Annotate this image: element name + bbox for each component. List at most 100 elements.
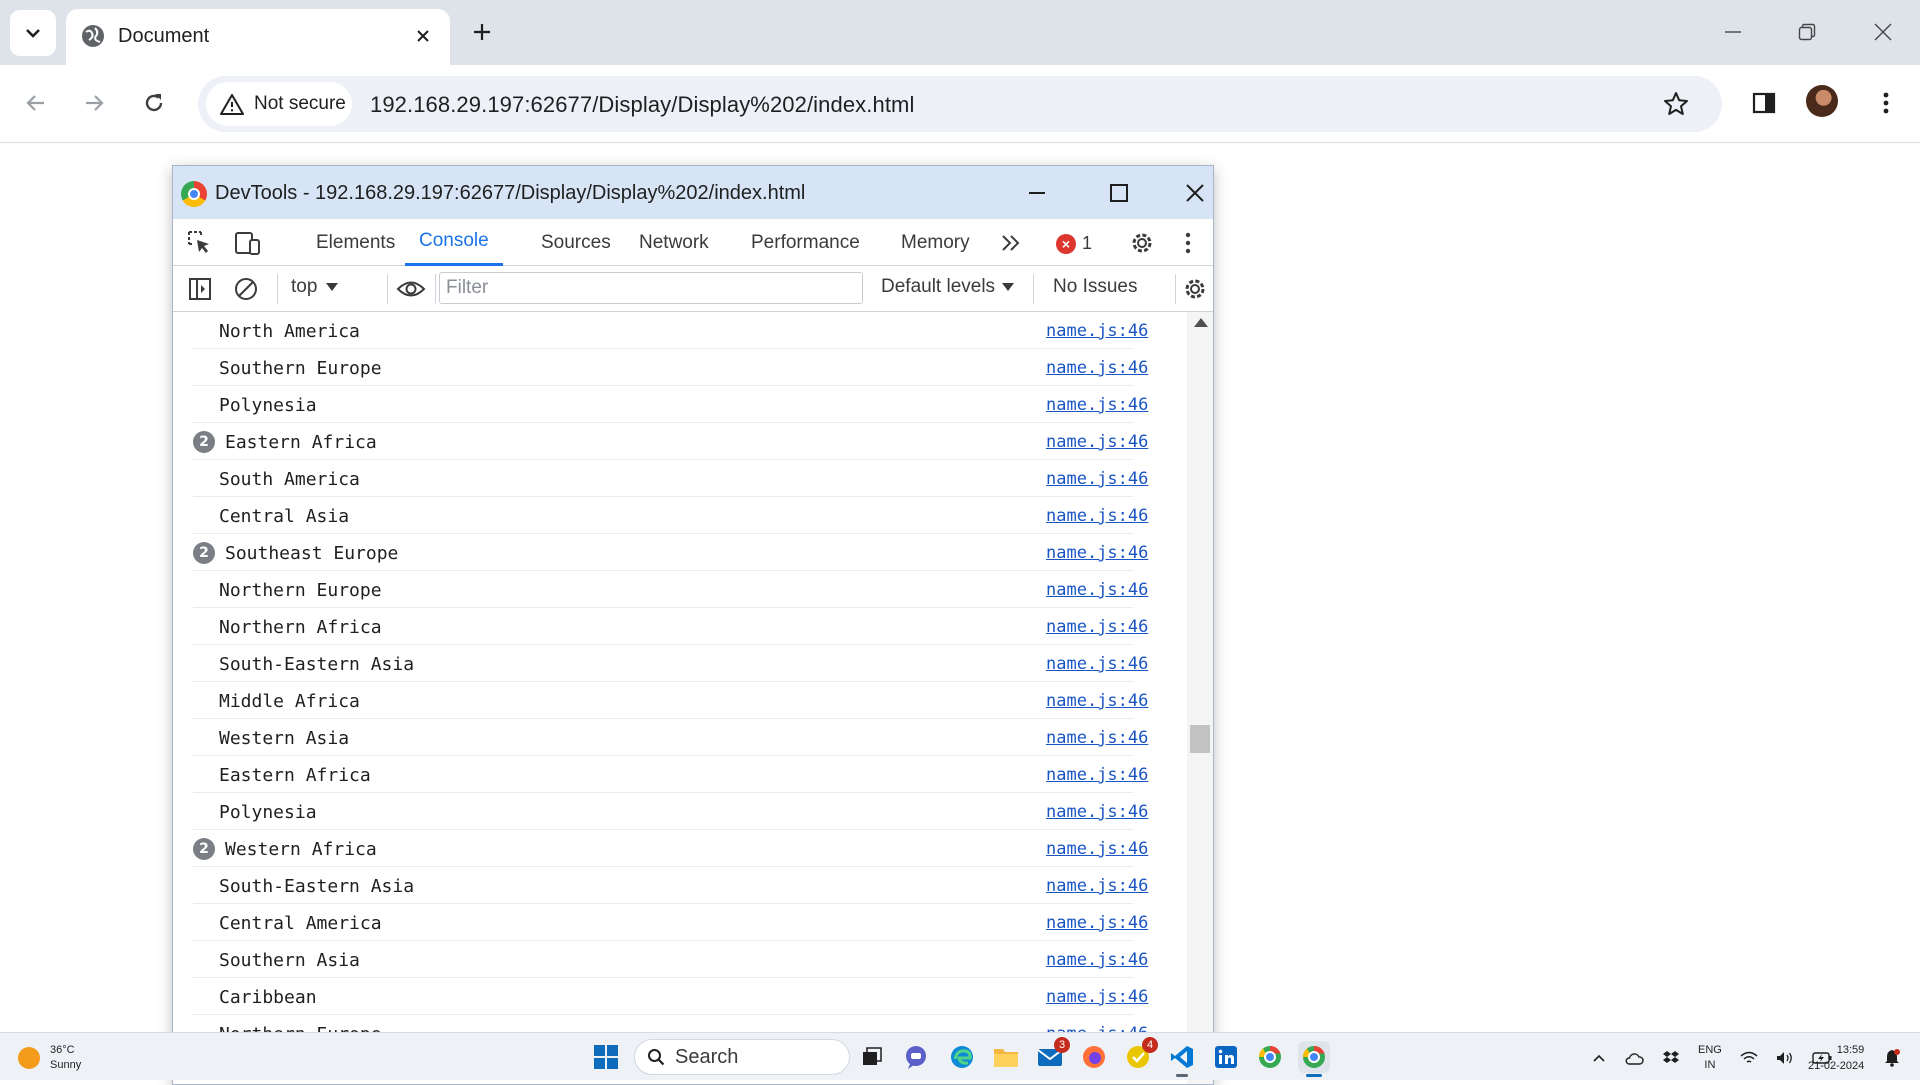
maximize-icon bbox=[1110, 184, 1128, 202]
mail-app-button[interactable]: 3 bbox=[1034, 1037, 1070, 1073]
source-link[interactable]: name.js:46 bbox=[1046, 728, 1148, 748]
notification-bell-icon[interactable] bbox=[1884, 1049, 1900, 1067]
close-icon bbox=[417, 30, 429, 42]
sidebar-toggle-button[interactable] bbox=[184, 273, 216, 305]
tab-close-button[interactable] bbox=[408, 21, 438, 51]
console-log-row: 2 Western Africa name.js:46 bbox=[193, 830, 1148, 867]
console-message: Polynesia bbox=[219, 395, 317, 416]
source-link[interactable]: name.js:46 bbox=[1046, 987, 1148, 1007]
devtools-close-button[interactable] bbox=[1175, 176, 1213, 210]
console-message: South-Eastern Asia bbox=[219, 876, 415, 897]
forward-button[interactable] bbox=[74, 83, 114, 123]
file-explorer-button[interactable] bbox=[990, 1041, 1022, 1073]
source-link[interactable]: name.js:46 bbox=[1046, 950, 1148, 970]
chrome-active-app-button[interactable] bbox=[1298, 1041, 1330, 1077]
clear-console-button[interactable] bbox=[230, 273, 262, 305]
back-button[interactable] bbox=[16, 83, 56, 123]
chrome-app-button[interactable] bbox=[1254, 1041, 1286, 1073]
console-log-row: South-Eastern Asia name.js:46 bbox=[193, 867, 1148, 904]
address-bar[interactable]: Not secure 192.168.29.197:62677/Display/… bbox=[198, 76, 1722, 132]
vscode-app-button[interactable] bbox=[1166, 1041, 1198, 1077]
site-info-chip[interactable]: Not secure bbox=[206, 82, 352, 126]
tab-network[interactable]: Network bbox=[629, 219, 719, 266]
browser-tab-document[interactable]: Document bbox=[66, 9, 450, 65]
scrollbar-thumb[interactable] bbox=[1190, 725, 1210, 754]
task-view-button[interactable] bbox=[856, 1041, 888, 1073]
side-panel-icon bbox=[1752, 92, 1776, 114]
context-select[interactable]: top bbox=[291, 276, 339, 298]
vscode-icon bbox=[1171, 1046, 1193, 1068]
chevron-up-icon[interactable] bbox=[1592, 1053, 1606, 1063]
minimize-button[interactable] bbox=[1708, 14, 1758, 50]
console-settings-button[interactable] bbox=[1179, 273, 1211, 305]
restore-button[interactable] bbox=[1782, 14, 1832, 50]
devtools-window: DevTools - 192.168.29.197:62677/Display/… bbox=[172, 165, 1214, 1085]
source-link[interactable]: name.js:46 bbox=[1046, 321, 1148, 341]
taskbar-search[interactable]: Search bbox=[634, 1039, 850, 1075]
source-link[interactable]: name.js:46 bbox=[1046, 839, 1148, 859]
console-log-row: Northern Africa name.js:46 bbox=[193, 608, 1148, 645]
cloud-icon[interactable] bbox=[1624, 1051, 1644, 1065]
firefox-app-button[interactable] bbox=[1078, 1041, 1110, 1073]
sticky-notes-button[interactable]: 4 bbox=[1122, 1037, 1158, 1073]
devtools-maximize-button[interactable] bbox=[1099, 176, 1139, 210]
url-text[interactable]: 192.168.29.197:62677/Display/Display%202… bbox=[370, 92, 914, 118]
side-panel-button[interactable] bbox=[1744, 83, 1784, 123]
tab-sources[interactable]: Sources bbox=[531, 219, 621, 266]
live-expression-button[interactable] bbox=[395, 273, 427, 305]
source-link[interactable]: name.js:46 bbox=[1046, 358, 1148, 378]
firefox-icon bbox=[1083, 1046, 1105, 1068]
chrome-icon bbox=[1259, 1045, 1281, 1068]
tab-search-button[interactable] bbox=[10, 10, 56, 56]
source-link[interactable]: name.js:46 bbox=[1046, 765, 1148, 785]
devtools-settings-button[interactable] bbox=[1126, 227, 1158, 259]
bookmark-button[interactable] bbox=[1660, 88, 1692, 120]
browser-menu-button[interactable] bbox=[1866, 83, 1906, 123]
wifi-icon[interactable] bbox=[1740, 1051, 1758, 1065]
console-filter-input[interactable] bbox=[439, 272, 863, 304]
new-tab-button[interactable] bbox=[466, 16, 498, 48]
devtools-minimize-button[interactable] bbox=[1017, 176, 1057, 210]
source-link[interactable]: name.js:46 bbox=[1046, 876, 1148, 896]
tab-console[interactable]: Console bbox=[405, 219, 503, 266]
tab-performance[interactable]: Performance bbox=[741, 219, 870, 266]
console-log-row: South America name.js:46 bbox=[193, 460, 1148, 497]
source-link[interactable]: name.js:46 bbox=[1046, 432, 1148, 452]
linkedin-app-button[interactable] bbox=[1210, 1041, 1242, 1073]
source-link[interactable]: name.js:46 bbox=[1046, 469, 1148, 489]
console-scrollbar[interactable] bbox=[1187, 312, 1213, 1084]
device-toolbar-button[interactable] bbox=[231, 227, 263, 259]
close-window-button[interactable] bbox=[1858, 14, 1908, 50]
folder-icon bbox=[994, 1049, 1018, 1067]
source-link[interactable]: name.js:46 bbox=[1046, 617, 1148, 637]
error-count-badge[interactable]: × 1 bbox=[1056, 233, 1092, 254]
inspect-element-button[interactable] bbox=[184, 227, 216, 259]
dropdown-arrow-icon bbox=[326, 283, 339, 291]
language-indicator[interactable]: ENG IN bbox=[1698, 1043, 1722, 1073]
start-button[interactable] bbox=[590, 1041, 622, 1073]
profile-avatar[interactable] bbox=[1806, 85, 1838, 117]
log-levels-select[interactable]: Default levels bbox=[881, 276, 1015, 298]
source-link[interactable]: name.js:46 bbox=[1046, 654, 1148, 674]
source-link[interactable]: name.js:46 bbox=[1046, 543, 1148, 563]
source-link[interactable]: name.js:46 bbox=[1046, 691, 1148, 711]
tab-memory[interactable]: Memory bbox=[891, 219, 980, 266]
volume-icon[interactable] bbox=[1776, 1051, 1794, 1065]
taskbar-clock[interactable]: 13:59 21-02-2024 bbox=[1808, 1042, 1864, 1074]
source-link[interactable]: name.js:46 bbox=[1046, 580, 1148, 600]
teams-chat-button[interactable] bbox=[900, 1041, 932, 1073]
source-link[interactable]: name.js:46 bbox=[1046, 802, 1148, 822]
edge-app-button[interactable] bbox=[946, 1041, 978, 1073]
reload-button[interactable] bbox=[134, 83, 174, 123]
scroll-up-arrow-icon[interactable] bbox=[1194, 318, 1208, 327]
source-link[interactable]: name.js:46 bbox=[1046, 913, 1148, 933]
more-tabs-button[interactable] bbox=[995, 227, 1027, 259]
issues-counter[interactable]: No Issues bbox=[1053, 276, 1137, 298]
weather-widget[interactable]: 36°C Sunny bbox=[18, 1043, 81, 1073]
source-link[interactable]: name.js:46 bbox=[1046, 506, 1148, 526]
tab-elements[interactable]: Elements bbox=[306, 219, 405, 266]
devtools-menu-button[interactable] bbox=[1172, 227, 1204, 259]
dropbox-icon[interactable] bbox=[1662, 1050, 1680, 1066]
windows-taskbar: 36°C Sunny Search 3 4 ENG IN 13:59 21-02… bbox=[0, 1032, 1920, 1080]
source-link[interactable]: name.js:46 bbox=[1046, 395, 1148, 415]
